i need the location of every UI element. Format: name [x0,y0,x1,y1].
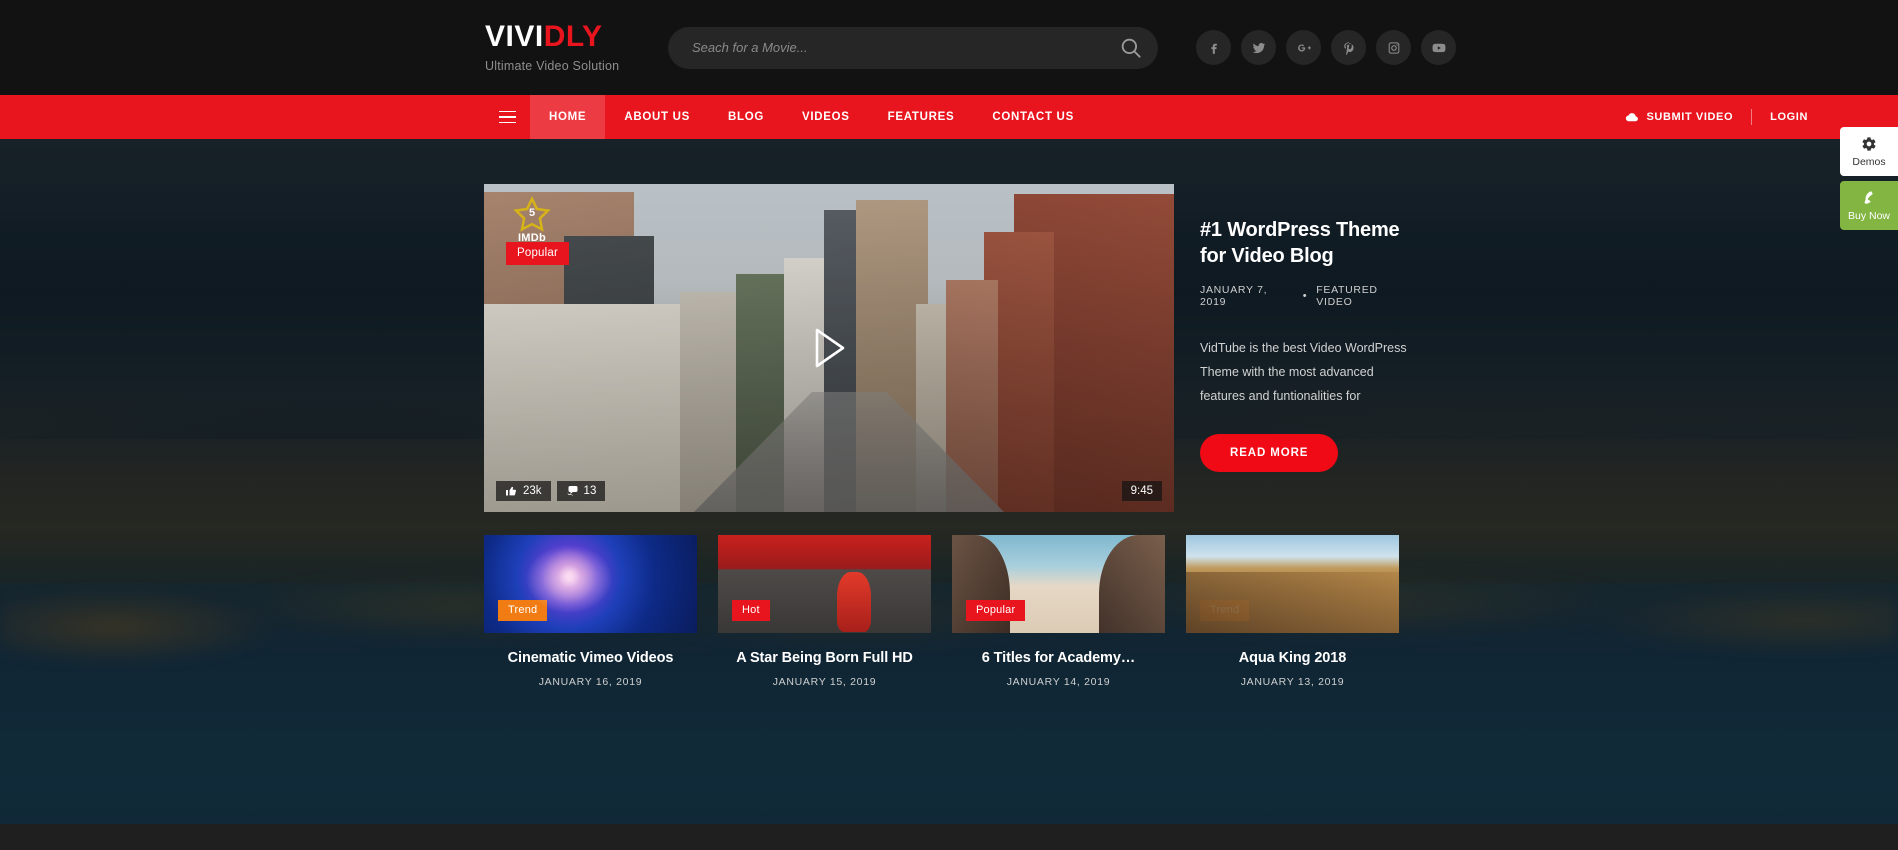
thumbnail-title-2: A Star Being Born Full HD [736,650,913,666]
hero-date: JANUARY 7, 2019 [1200,283,1268,308]
thumbnail-title-3: 6 Titles for Academy… [981,650,1136,666]
thumbnail-badge-4: Trend [1200,600,1250,621]
logo-tagline: Ultimate Video Solution [485,59,620,73]
thumbnail-image-2: Hot [718,535,931,633]
hero-meta: JANUARY 7, 2019 • FEATURED VIDEO [1200,284,1414,308]
hero-description: VidTube is the best Video WordPress Them… [1200,340,1407,403]
thumbnail-date-1: JANUARY 16, 2019 [538,676,643,688]
comment-icon [567,486,578,496]
social-google-plus[interactable] [1286,30,1321,65]
thumbnail-card-4[interactable]: Trend Aqua King 2018 JANUARY 13, 2019 [1186,535,1399,688]
nav-right-actions: SUBMIT VIDEO LOGIN [1624,95,1809,139]
login-link[interactable]: LOGIN [1752,111,1808,123]
nav-item-contact-us[interactable]: CONTACT US [973,95,1093,139]
thumbnail-date-4: JANUARY 13, 2019 [1240,676,1345,688]
comment-count[interactable]: 13 [556,481,606,501]
buy-now-button[interactable]: Buy Now [1840,181,1898,230]
nav-item-blog[interactable]: BLOG [709,95,783,139]
video-stats: 23k 13 [496,481,606,501]
thumbnail-card-1[interactable]: Trend Cinematic Vimeo Videos JANUARY 16,… [484,535,697,688]
featured-video-card[interactable]: 5 IMDb Popular 23k 13 9:45 [484,184,1174,512]
floating-side-buttons: Demos Buy Now [1840,127,1898,230]
like-count-value: 23k [523,485,542,497]
nav-item-features[interactable]: FEATURES [869,95,974,139]
thumbnail-card-3[interactable]: Popular 6 Titles for Academy… JANUARY 14… [952,535,1165,688]
hero-meta-separator: • [1302,289,1308,302]
thumbnail-title-4: Aqua King 2018 [1238,650,1347,666]
twitter-icon [1252,42,1265,53]
thumbnail-badge-2: Hot [732,600,770,621]
thumbnail-image-1: Trend [484,535,697,633]
social-links [1196,30,1456,65]
thumbnail-image-3: Popular [952,535,1165,633]
search-icon [1121,38,1141,58]
demos-button[interactable]: Demos [1840,127,1898,176]
hero-category: FEATURED VIDEO [1316,283,1378,308]
thumbnail-badge-3: Popular [966,600,1026,621]
pinterest-icon [1343,41,1354,55]
facebook-icon [1210,43,1217,54]
hero-title: #1 WordPress Theme for Video Blog [1200,219,1400,268]
thumbnail-date-2: JANUARY 15, 2019 [772,676,877,688]
brand-logo-block[interactable]: VIVIDLY Ultimate Video Solution [485,22,655,74]
search-button[interactable] [1118,35,1144,61]
search-box[interactable] [668,26,1158,69]
demos-button-label: Demos [1852,156,1886,168]
footer-strip [0,824,1898,850]
featured-row: 5 IMDb Popular 23k 13 9:45 #1 WordPress … [484,184,1414,512]
envato-leaf-icon [1864,191,1873,204]
read-more-button[interactable]: READ MORE [1200,433,1339,472]
google-plus-icon [1297,43,1311,52]
instagram-icon [1388,41,1399,54]
nav-item-home[interactable]: HOME [530,95,606,139]
main-navigation: HOME ABOUT US BLOG VIDEOS FEATURES CONTA… [0,95,1898,139]
site-header: VIVIDLY Ultimate Video Solution [0,0,1898,95]
logo-accent: DLY [543,20,603,53]
hamburger-menu-icon[interactable] [485,95,530,139]
logo-text: VIVIDLY [485,22,655,52]
nav-items: HOME ABOUT US BLOG VIDEOS FEATURES CONTA… [530,95,1093,139]
search-input[interactable] [668,26,1158,69]
cloud-upload-icon [1625,112,1638,121]
featured-video-badge: Popular [506,242,570,265]
comment-count-value: 13 [583,485,597,497]
submit-video-button[interactable]: SUBMIT VIDEO [1624,110,1752,125]
thumbnail-badge-1: Trend [498,600,548,621]
video-duration: 9:45 [1121,481,1162,501]
thumbnail-date-3: JANUARY 14, 2019 [1006,676,1111,688]
social-instagram[interactable] [1376,30,1411,65]
thumbnail-row: Trend Cinematic Vimeo Videos JANUARY 16,… [484,535,1414,688]
gear-icon [1862,137,1876,151]
logo-main: VIVI [485,20,544,53]
thumbs-up-icon [506,486,516,496]
page-root: VIVIDLY Ultimate Video Solution Seach fo… [0,0,1898,850]
play-button[interactable] [803,322,855,374]
youtube-icon [1432,43,1445,52]
social-facebook[interactable] [1196,30,1231,65]
hero-section: 5 IMDb Popular 23k 13 9:45 #1 WordPress … [0,139,1898,833]
like-count[interactable]: 23k [496,481,551,501]
nav-item-about-us[interactable]: ABOUT US [605,95,709,139]
thumbnail-title-1: Cinematic Vimeo Videos [507,650,674,666]
hero-text-column: #1 WordPress Theme for Video Blog JANUAR… [1200,184,1414,512]
social-youtube[interactable] [1421,30,1456,65]
buy-now-button-label: Buy Now [1847,210,1890,222]
social-pinterest[interactable] [1331,30,1366,65]
play-icon [815,328,845,368]
thumbnail-card-2[interactable]: Hot A Star Being Born Full HD JANUARY 15… [718,535,931,688]
submit-video-label: SUBMIT VIDEO [1646,111,1734,123]
thumbnail-image-4: Trend [1186,535,1399,633]
social-twitter[interactable] [1241,30,1276,65]
nav-item-videos[interactable]: VIDEOS [783,95,869,139]
hero-content: 5 IMDb Popular 23k 13 9:45 #1 WordPress … [484,139,1414,688]
